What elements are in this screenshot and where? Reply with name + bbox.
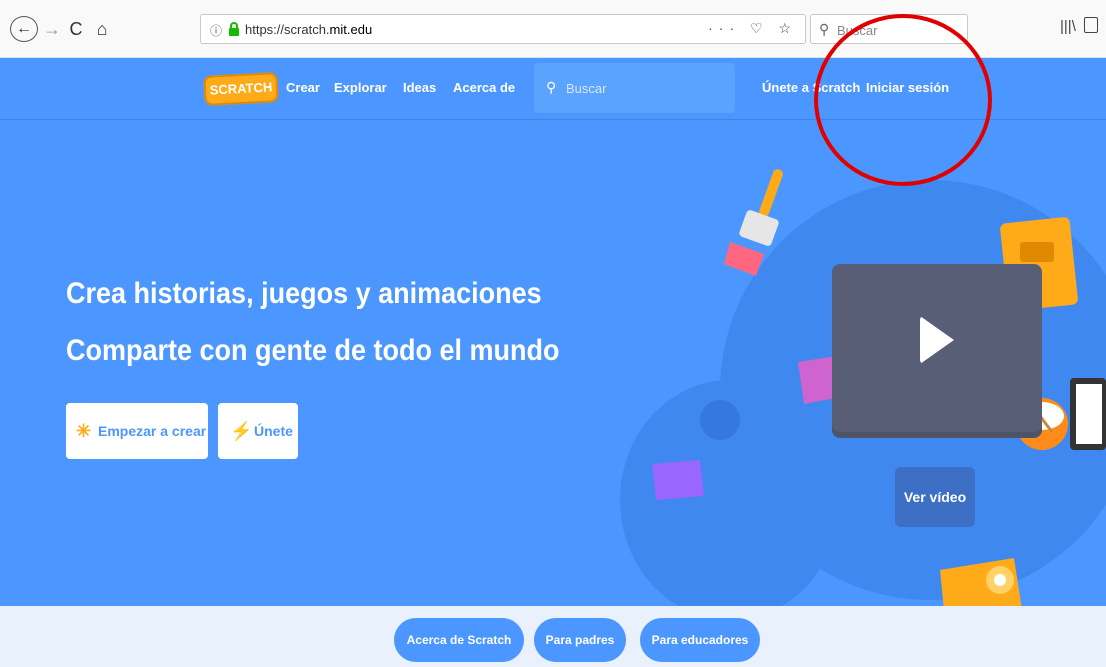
url-text: https://scratch.mit.edu <box>245 22 373 37</box>
site-search-placeholder: Buscar <box>566 81 607 96</box>
reload-icon: C <box>69 19 83 39</box>
sidebar-icon[interactable] <box>1084 17 1098 33</box>
nav-link-crear[interactable]: Crear <box>286 80 320 95</box>
nav-link-ideas[interactable]: Ideas <box>403 80 436 95</box>
join-button[interactable]: ⚡ Únete <box>218 403 298 459</box>
search-icon: ⚲ <box>819 21 830 37</box>
forward-arrow-icon: → <box>43 19 61 39</box>
for-educators-button[interactable]: Para educadores <box>640 618 760 662</box>
search-icon: ⚲ <box>546 79 557 95</box>
library-icon[interactable]: |||\ <box>1060 18 1076 35</box>
site-search-input[interactable]: ⚲ Buscar <box>534 63 735 113</box>
page-actions-icon[interactable]: ··· ♡ ☆ <box>708 20 797 37</box>
lock-icon <box>229 22 239 36</box>
about-scratch-button[interactable]: Acerca de Scratch <box>394 618 524 662</box>
lightning-icon: ⚡ <box>230 421 253 441</box>
info-icon[interactable]: ⓘ <box>210 22 222 39</box>
nav-link-acerca-de[interactable]: Acerca de <box>453 80 515 95</box>
video-thumbnail[interactable] <box>832 264 1042 432</box>
highlight-circle <box>814 14 992 186</box>
for-parents-button[interactable]: Para padres <box>534 618 626 662</box>
address-bar[interactable]: ⓘ https://scratch.mit.edu ··· ♡ ☆ <box>200 14 806 44</box>
hero-section: Crea historias, juegos y animaciones Com… <box>0 120 1106 606</box>
home-icon: ⌂ <box>96 19 108 39</box>
back-arrow-icon: ← <box>16 20 32 37</box>
puzzle-block-icon <box>652 460 704 500</box>
scratch-logo[interactable]: SCRATCH <box>203 72 279 106</box>
back-button[interactable]: ← <box>10 16 38 42</box>
forward-button[interactable]: → <box>42 16 62 42</box>
play-icon <box>920 316 954 364</box>
paintbrush-icon <box>724 169 783 276</box>
info-links-band: Acerca de Scratch Para padres Para educa… <box>0 606 1106 667</box>
start-creating-button[interactable]: ✳ Empezar a crear <box>66 403 208 459</box>
hero-title-line1: Crea historias, juegos y animaciones <box>66 277 542 310</box>
nav-link-explorar[interactable]: Explorar <box>334 80 387 95</box>
background-blob <box>700 400 740 440</box>
watch-video-button[interactable]: Ver vídeo <box>895 467 975 527</box>
sparkle-icon: ✳ <box>76 421 92 441</box>
home-button[interactable]: ⌂ <box>92 16 112 42</box>
reload-button[interactable]: C <box>66 16 86 42</box>
hero-title-line2: Comparte con gente de todo el mundo <box>66 334 560 367</box>
hand-pointer-icon <box>940 558 1022 606</box>
